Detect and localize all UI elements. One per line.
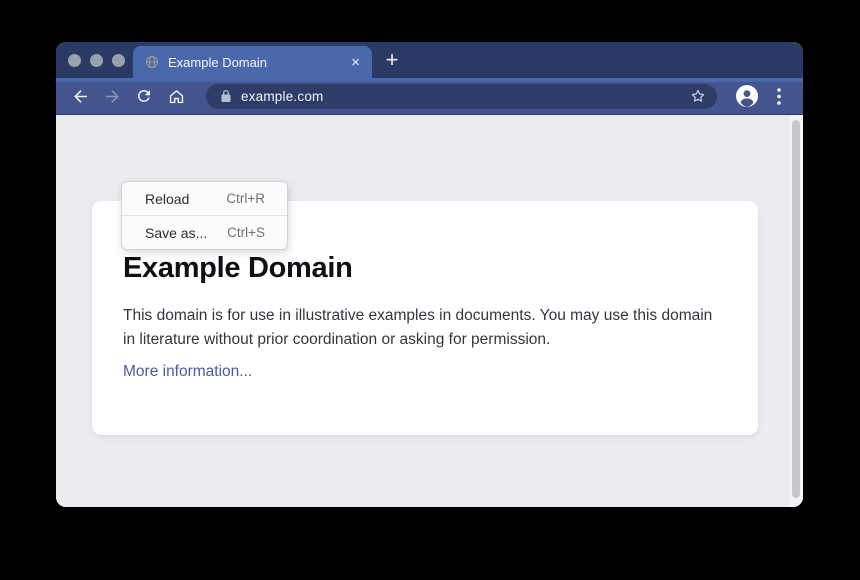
- arrow-left-icon: [71, 87, 90, 106]
- kebab-menu-icon: [777, 88, 781, 105]
- window-minimize-button[interactable]: [90, 54, 103, 67]
- bookmark-star-icon[interactable]: [689, 87, 707, 105]
- home-button[interactable]: [162, 82, 190, 110]
- window-zoom-button[interactable]: [112, 54, 125, 67]
- menu-item-save-as[interactable]: Save as... Ctrl+S: [122, 216, 287, 249]
- address-bar[interactable]: example.com: [206, 84, 717, 109]
- toolbar: example.com: [56, 78, 803, 115]
- globe-favicon-icon: [145, 55, 159, 69]
- window-close-button[interactable]: [68, 54, 81, 67]
- scrollbar[interactable]: [790, 115, 803, 507]
- menu-item-label: Save as...: [145, 225, 207, 241]
- url-text[interactable]: example.com: [241, 89, 689, 104]
- profile-avatar-icon: [735, 84, 759, 108]
- page-title: Example Domain: [123, 252, 726, 285]
- reload-button[interactable]: [130, 82, 158, 110]
- new-tab-button[interactable]: +: [374, 43, 410, 77]
- forward-button[interactable]: [98, 82, 126, 110]
- browser-menu-button[interactable]: [765, 82, 793, 110]
- page-viewport: Example Domain This domain is for use in…: [56, 115, 803, 507]
- home-icon: [167, 87, 186, 106]
- menu-item-reload[interactable]: Reload Ctrl+R: [122, 182, 287, 215]
- arrow-right-icon: [103, 87, 122, 106]
- context-menu: Reload Ctrl+R Save as... Ctrl+S: [121, 181, 288, 250]
- page-paragraph: This domain is for use in illustrative e…: [123, 304, 723, 351]
- browser-window: Example Domain × +: [56, 42, 803, 507]
- menu-item-shortcut: Ctrl+R: [226, 191, 265, 206]
- tab-example-domain[interactable]: Example Domain ×: [133, 46, 372, 78]
- profile-button[interactable]: [733, 82, 761, 110]
- back-button[interactable]: [66, 82, 94, 110]
- window-controls: [68, 54, 125, 67]
- menu-item-shortcut: Ctrl+S: [227, 225, 265, 240]
- menu-item-label: Reload: [145, 191, 189, 207]
- scrollbar-thumb[interactable]: [792, 120, 800, 498]
- more-information-link[interactable]: More information...: [123, 363, 252, 381]
- reload-icon: [135, 87, 153, 105]
- tab-close-icon[interactable]: ×: [351, 55, 360, 70]
- titlebar: Example Domain × +: [56, 42, 803, 78]
- lock-icon: [220, 89, 232, 103]
- tab-title: Example Domain: [168, 55, 343, 70]
